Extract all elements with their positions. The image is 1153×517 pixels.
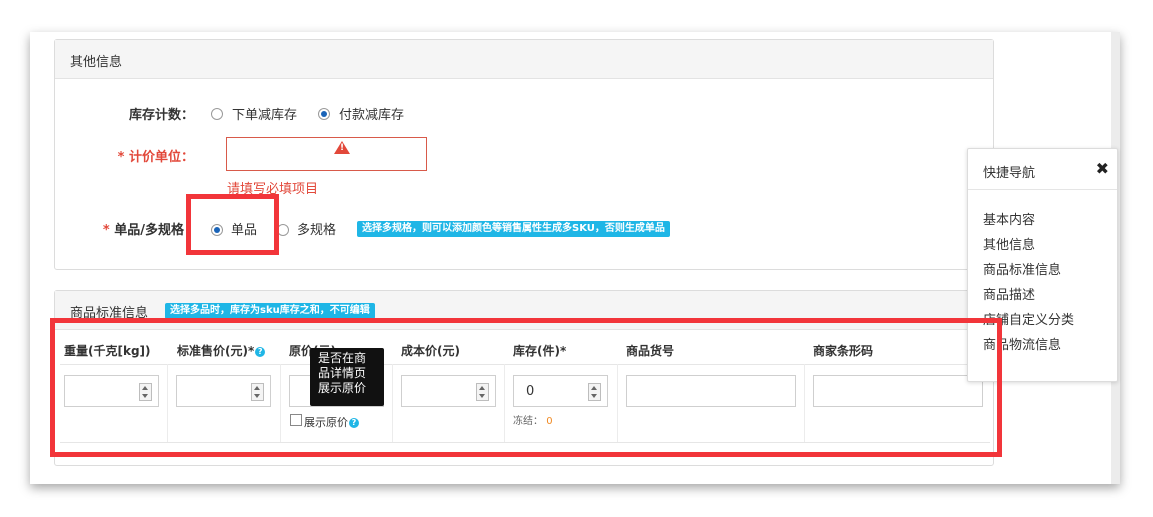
radio-order-deduct-label[interactable]: 下单减库存 <box>232 104 297 123</box>
other-info-title: 其他信息 <box>70 55 123 70</box>
quick-nav-item[interactable]: 基本内容 <box>983 209 1035 228</box>
radio-multi-spec-label[interactable]: 多规格 <box>297 219 336 238</box>
radio-pay-deduct[interactable] <box>318 108 330 120</box>
radio-pay-deduct-label[interactable]: 付款减库存 <box>339 104 404 123</box>
required-mark: * <box>102 223 110 238</box>
quick-nav-item[interactable]: 商品标准信息 <box>983 259 1061 278</box>
warning-icon-mark: ! <box>340 143 345 153</box>
stock-count-label: 库存计数： <box>128 108 194 123</box>
pricing-unit-input[interactable] <box>226 137 427 171</box>
quick-nav-title: 快捷导航 <box>983 166 1036 181</box>
quick-nav-header: 快捷导航 ✖ <box>968 149 1117 190</box>
quick-nav-item[interactable]: 商品描述 <box>983 284 1035 303</box>
close-icon[interactable]: ✖ <box>1096 159 1109 178</box>
highlight-single-item <box>186 194 279 255</box>
sku-mode-label-text: 单品/多规格 <box>114 223 184 238</box>
standard-info-hint-badge: 选择多品时，库存为sku库存之和，不可编辑 <box>165 303 375 319</box>
radio-order-deduct[interactable] <box>211 108 223 120</box>
highlight-standard-table <box>50 318 1002 457</box>
pricing-unit-label: * 计价单位： <box>100 146 194 165</box>
required-mark: * <box>117 150 125 165</box>
other-info-header: 其他信息 <box>55 40 993 79</box>
pricing-unit-label-text: 计价单位： <box>128 150 194 165</box>
multi-spec-hint-badge: 选择多规格，则可以添加颜色等销售属性生成多SKU，否则生成单品 <box>357 221 670 237</box>
sku-mode-label: * 单品/多规格 <box>90 219 184 238</box>
quick-nav-item[interactable]: 其他信息 <box>983 234 1035 253</box>
